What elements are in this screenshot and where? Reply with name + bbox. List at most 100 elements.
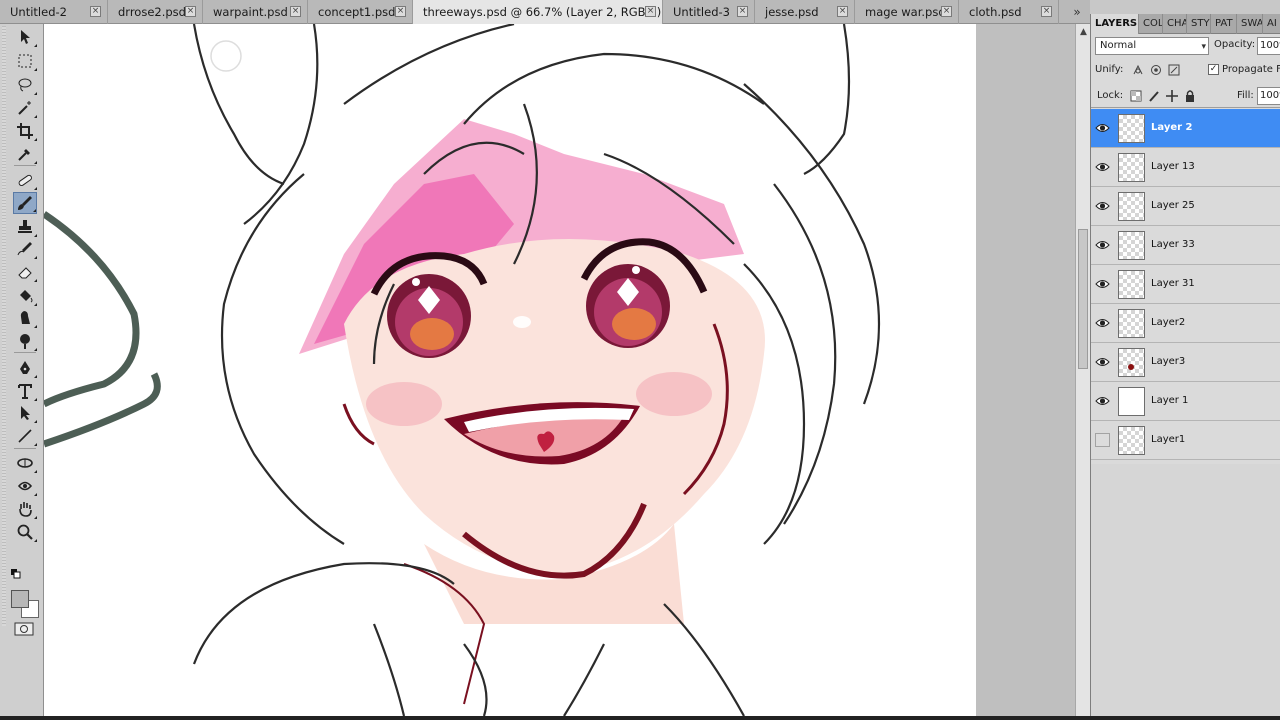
tab-overflow-button[interactable]: » [1066, 2, 1088, 22]
unify-visibility-icon[interactable] [1149, 63, 1163, 77]
vertical-scrollbar[interactable]: ▲ [1075, 24, 1090, 716]
tools-panel-grip[interactable] [2, 26, 6, 626]
move-tool-button[interactable] [13, 26, 37, 48]
zoom-tool-button[interactable] [13, 521, 37, 543]
close-tab-icon[interactable]: × [1041, 6, 1052, 17]
brush-tool-button[interactable] [13, 192, 37, 214]
document-tab[interactable]: cloth.psd × [959, 0, 1059, 24]
tool-flyout-indicator [34, 375, 37, 378]
magic-wand-tool-button[interactable] [13, 97, 37, 119]
path-selection-tool-button[interactable] [13, 402, 37, 424]
fill-input[interactable]: 100% [1257, 87, 1280, 105]
foreground-color-swatch[interactable] [11, 590, 29, 608]
lock-transparent-pixels-icon[interactable] [1129, 89, 1143, 103]
panel-tab[interactable]: AI [1263, 14, 1280, 34]
document-tab-bar: Untitled-2 × drrose2.psd × warpaint.psd × conc… [0, 0, 1090, 24]
layer-row[interactable]: Layer 31 [1091, 265, 1280, 304]
eye-icon[interactable] [1095, 316, 1110, 330]
smudge-tool-button[interactable] [13, 307, 37, 329]
lasso-tool-button[interactable] [13, 74, 37, 96]
type-tool-icon [18, 384, 32, 399]
close-tab-icon[interactable]: × [185, 6, 196, 17]
opacity-input[interactable]: 100% [1257, 37, 1280, 55]
close-tab-icon[interactable]: × [645, 6, 656, 17]
panel-tab[interactable]: LAYERS [1091, 14, 1139, 34]
marquee-tool-button[interactable] [13, 50, 37, 72]
hand-tool-button[interactable] [13, 498, 37, 520]
layer-row[interactable]: Layer3 [1091, 343, 1280, 382]
visibility-toggle[interactable] [1095, 433, 1110, 447]
lock-all-icon[interactable] [1183, 89, 1197, 103]
layer-list-empty-area[interactable] [1091, 464, 1280, 716]
clone-stamp-tool-button[interactable] [13, 216, 37, 238]
layer-row[interactable]: Layer 1 [1091, 382, 1280, 421]
document-tab[interactable]: mage war.psd × [855, 0, 959, 24]
eraser-tool-button[interactable] [13, 261, 37, 283]
close-tab-icon[interactable]: × [395, 6, 406, 17]
crop-tool-button[interactable] [13, 120, 37, 142]
document-tab[interactable]: Untitled-3 × [663, 0, 755, 24]
document-tab[interactable]: threeways.psd @ 66.7% (Layer 2, RGB/8) *… [413, 0, 663, 24]
dodge-tool-icon [20, 334, 30, 349]
layer-row[interactable]: Layer2 [1091, 304, 1280, 343]
line-tool-button[interactable] [13, 425, 37, 447]
close-tab-icon[interactable]: × [837, 6, 848, 17]
layer-row[interactable]: Layer 33 [1091, 226, 1280, 265]
close-tab-icon[interactable]: × [90, 6, 101, 17]
smudge-tool-icon [20, 311, 30, 324]
panel-tab[interactable]: STY [1187, 14, 1211, 34]
document-tab[interactable]: concept1.psd × [308, 0, 413, 24]
quick-mask-icon[interactable] [14, 622, 34, 636]
eye-icon[interactable] [1095, 355, 1110, 369]
lock-image-pixels-icon[interactable] [1147, 89, 1161, 103]
eye-icon[interactable] [1095, 277, 1110, 291]
canvas-area[interactable] [44, 24, 1075, 716]
layer-row[interactable]: Layer 2 [1091, 109, 1280, 148]
layer-row[interactable]: Layer 13 [1091, 148, 1280, 187]
panel-tab[interactable]: CHA [1163, 14, 1187, 34]
3d-orbit-tool-button[interactable] [13, 475, 37, 497]
document-tab[interactable]: Untitled-2 × [0, 0, 108, 24]
pen-tool-icon [20, 361, 30, 374]
scroll-up-arrow-icon[interactable]: ▲ [1076, 24, 1091, 40]
panel-tab[interactable]: PAT [1211, 14, 1237, 34]
default-colors-icon[interactable] [11, 569, 23, 581]
3d-rotate-tool-button[interactable] [13, 452, 37, 474]
type-tool-button[interactable] [13, 380, 37, 402]
close-tab-icon[interactable]: × [737, 6, 748, 17]
layer-name: Layer1 [1151, 434, 1186, 445]
eye-icon[interactable] [1095, 199, 1110, 213]
tool-flyout-indicator [34, 325, 37, 328]
layer-name: Layer 33 [1151, 239, 1195, 250]
document-canvas[interactable] [44, 24, 976, 716]
lock-row: Lock: Fill: 100% [1091, 84, 1280, 108]
scroll-thumb[interactable] [1078, 229, 1088, 369]
close-tab-icon[interactable]: × [941, 6, 952, 17]
pen-tool-button[interactable] [13, 357, 37, 379]
layer-row[interactable]: Layer1 [1091, 421, 1280, 460]
paint-bucket-tool-button[interactable] [13, 285, 37, 307]
unify-row: Unify: ✓ Propagate Fr [1091, 60, 1280, 82]
eye-icon[interactable] [1095, 238, 1110, 252]
dodge-tool-button[interactable] [13, 330, 37, 352]
eye-icon[interactable] [1095, 160, 1110, 174]
document-tab[interactable]: jesse.psd × [755, 0, 855, 24]
document-tab[interactable]: drrose2.psd × [108, 0, 203, 24]
panel-tab[interactable]: COL [1139, 14, 1163, 34]
propagate-frame-checkbox[interactable]: ✓ [1208, 64, 1219, 75]
panel-tab[interactable]: SWA [1237, 14, 1263, 34]
document-tab[interactable]: warpaint.psd × [203, 0, 308, 24]
unify-position-icon[interactable] [1131, 63, 1145, 77]
close-tab-icon[interactable]: × [290, 6, 301, 17]
healing-brush-tool-button[interactable] [13, 169, 37, 191]
layer-name: Layer 31 [1151, 278, 1195, 289]
eye-icon[interactable] [1095, 394, 1110, 408]
eyedropper-tool-button[interactable] [13, 143, 37, 165]
eye-icon[interactable] [1095, 121, 1110, 135]
unify-style-icon[interactable] [1167, 63, 1181, 77]
layer-row[interactable]: Layer 25 [1091, 187, 1280, 226]
history-brush-tool-button[interactable] [13, 238, 37, 260]
blend-mode-select[interactable]: Normal ▾ [1095, 37, 1209, 55]
lock-position-icon[interactable] [1165, 89, 1179, 103]
layer-name: Layer 2 [1151, 122, 1193, 133]
